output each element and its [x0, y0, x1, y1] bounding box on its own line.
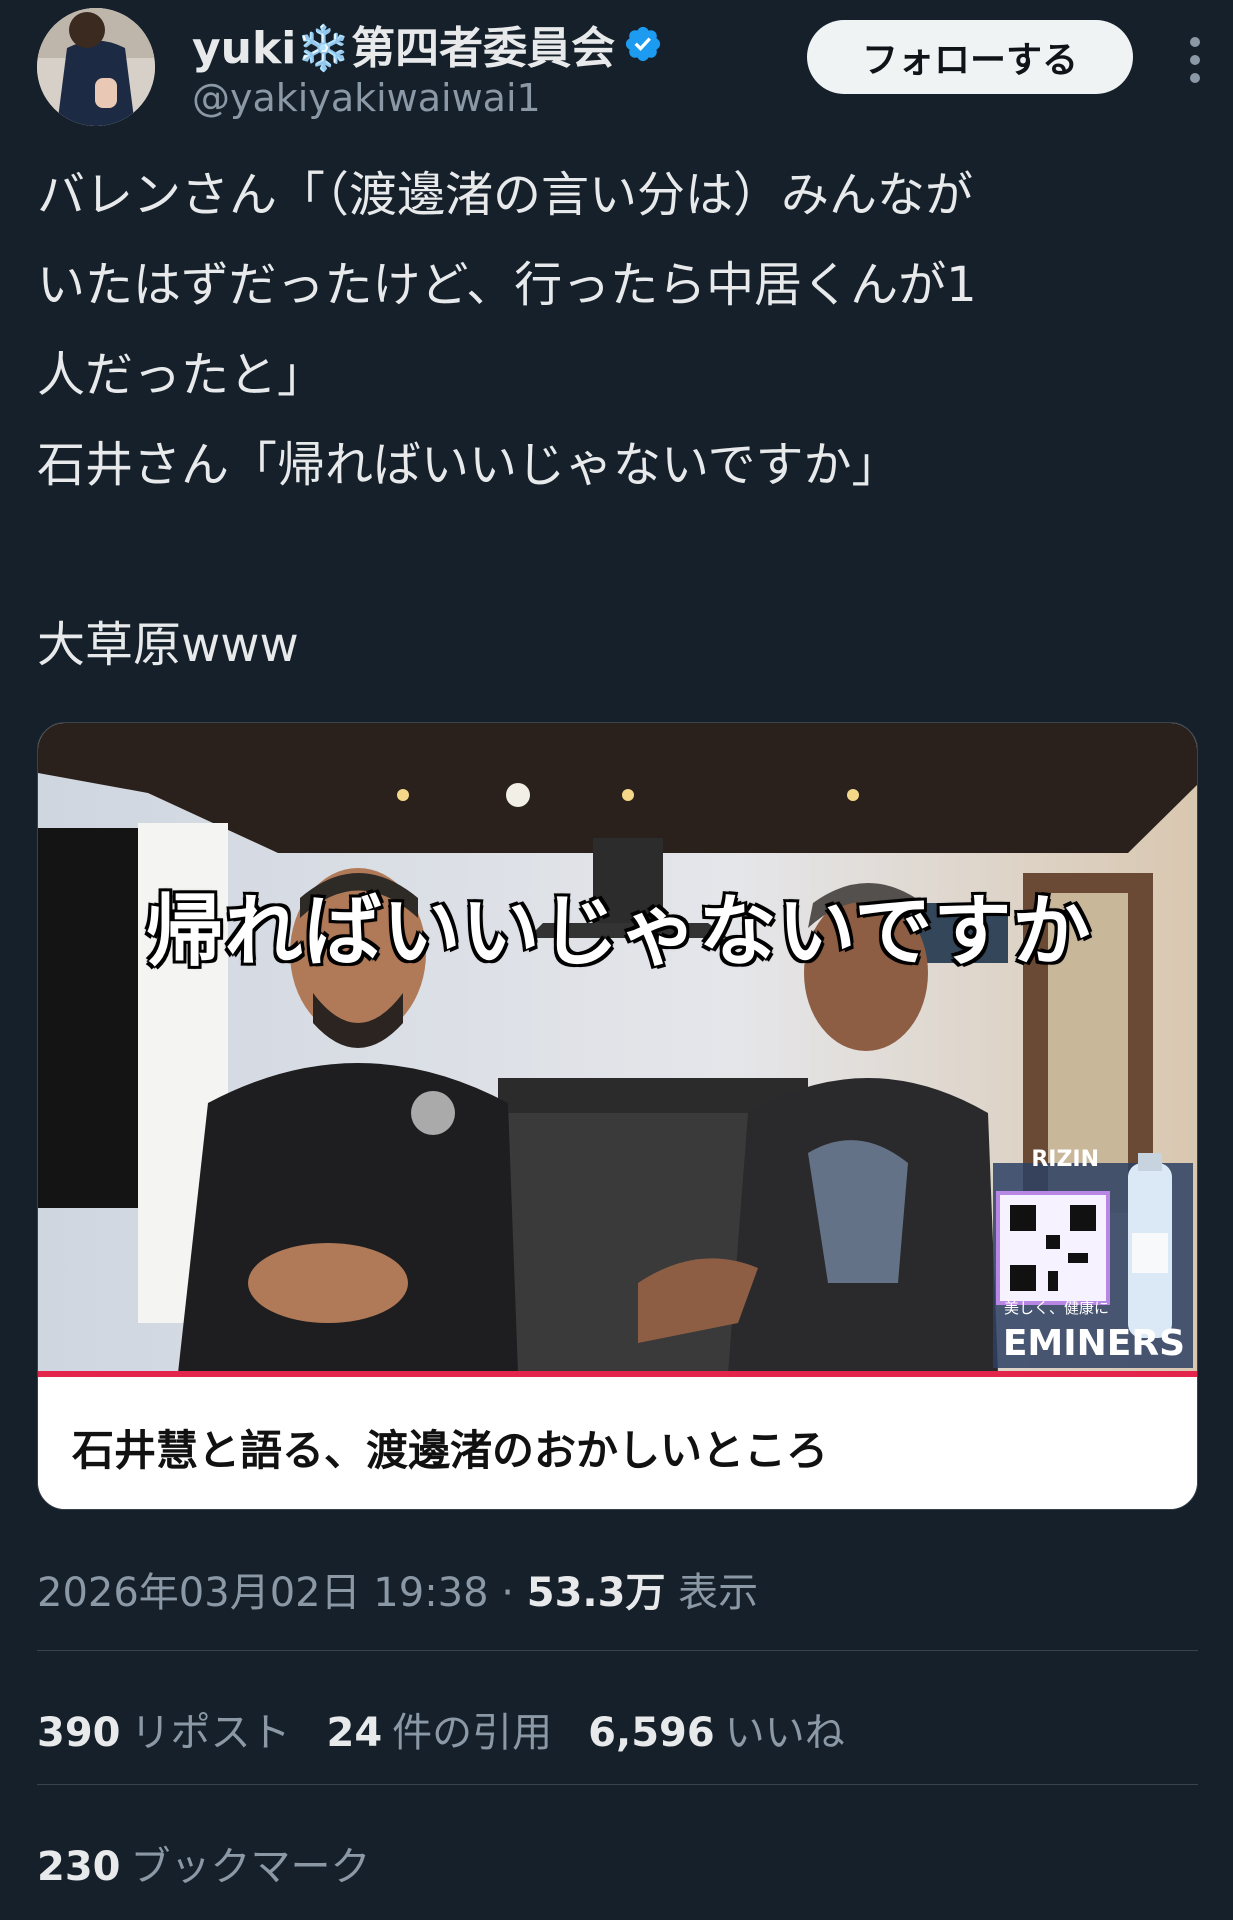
- engagement-stats: 390 リポスト 24 件の引用 6,596 いいね: [37, 1700, 845, 1758]
- views-count: 53.3万: [526, 1570, 666, 1616]
- views-label: 表示: [678, 1570, 759, 1616]
- display-name[interactable]: yuki❄️第四者委員会: [192, 12, 615, 76]
- bookmarks-stat[interactable]: 230 ブックマーク: [37, 1834, 371, 1892]
- reposts-count: 390: [37, 1710, 121, 1756]
- quotes-count: 24: [326, 1710, 383, 1756]
- verified-badge-icon: [626, 26, 661, 62]
- likes-count: 6,596: [588, 1710, 715, 1756]
- handle[interactable]: @yakiyakiwaiwai1: [192, 76, 663, 120]
- bookmarks-label: ブックマーク: [130, 1844, 371, 1890]
- ad-brand: EMINERS: [1002, 1323, 1185, 1364]
- avatar[interactable]: [37, 8, 155, 126]
- likes-stat[interactable]: 6,596 いいね: [588, 1700, 845, 1758]
- quotes-label: 件の引用: [392, 1710, 553, 1756]
- divider: [37, 1650, 1198, 1651]
- video-title[interactable]: 石井慧と語る、渡邊渚のおかしいところ: [72, 1417, 828, 1478]
- tweet-detail: yuki❄️第四者委員会 @yakiyakiwaiwai1 フォローする バレン…: [0, 0, 1233, 1920]
- timestamp[interactable]: 2026年03月02日 19:38: [37, 1570, 489, 1616]
- tweet-header: yuki❄️第四者委員会 @yakiyakiwaiwai1 フォローする: [37, 8, 1205, 128]
- author-info: yuki❄️第四者委員会 @yakiyakiwaiwai1: [192, 12, 663, 120]
- video-thumbnail-image: [38, 723, 1197, 1373]
- ad-label: RIZIN: [1031, 1147, 1099, 1172]
- divider: [37, 1784, 1198, 1785]
- avatar-image: [37, 8, 155, 126]
- tweet-text: バレンさん「（渡邊渚の言い分は）みんなが いたはずだったけど、行ったら中居くんが…: [37, 167, 977, 673]
- tweet-meta: 2026年03月02日 19:38 · 53.3万 表示: [37, 1560, 758, 1618]
- card-footer[interactable]: 石井慧と語る、渡邊渚のおかしいところ: [38, 1377, 1197, 1509]
- follow-button[interactable]: フォローする: [807, 20, 1133, 94]
- video-caption: 帰ればいいじゃないですか: [144, 886, 1092, 979]
- reposts-label: リポスト: [130, 1710, 291, 1756]
- reposts-stat[interactable]: 390 リポスト: [37, 1700, 291, 1758]
- video-thumbnail[interactable]: 帰ればいいじゃないですか RIZIN 美しく、健康に EMINERS: [38, 723, 1197, 1373]
- video-card[interactable]: 帰ればいいじゃないですか RIZIN 美しく、健康に EMINERS 石井慧と語…: [37, 722, 1198, 1510]
- bookmarks-count: 230: [37, 1844, 121, 1890]
- more-options-icon[interactable]: [1185, 34, 1205, 86]
- meta-separator: ·: [488, 1570, 527, 1616]
- quotes-stat[interactable]: 24 件の引用: [327, 1700, 553, 1758]
- ad-tagline: 美しく、健康に: [1003, 1299, 1109, 1317]
- likes-label: いいね: [724, 1710, 845, 1756]
